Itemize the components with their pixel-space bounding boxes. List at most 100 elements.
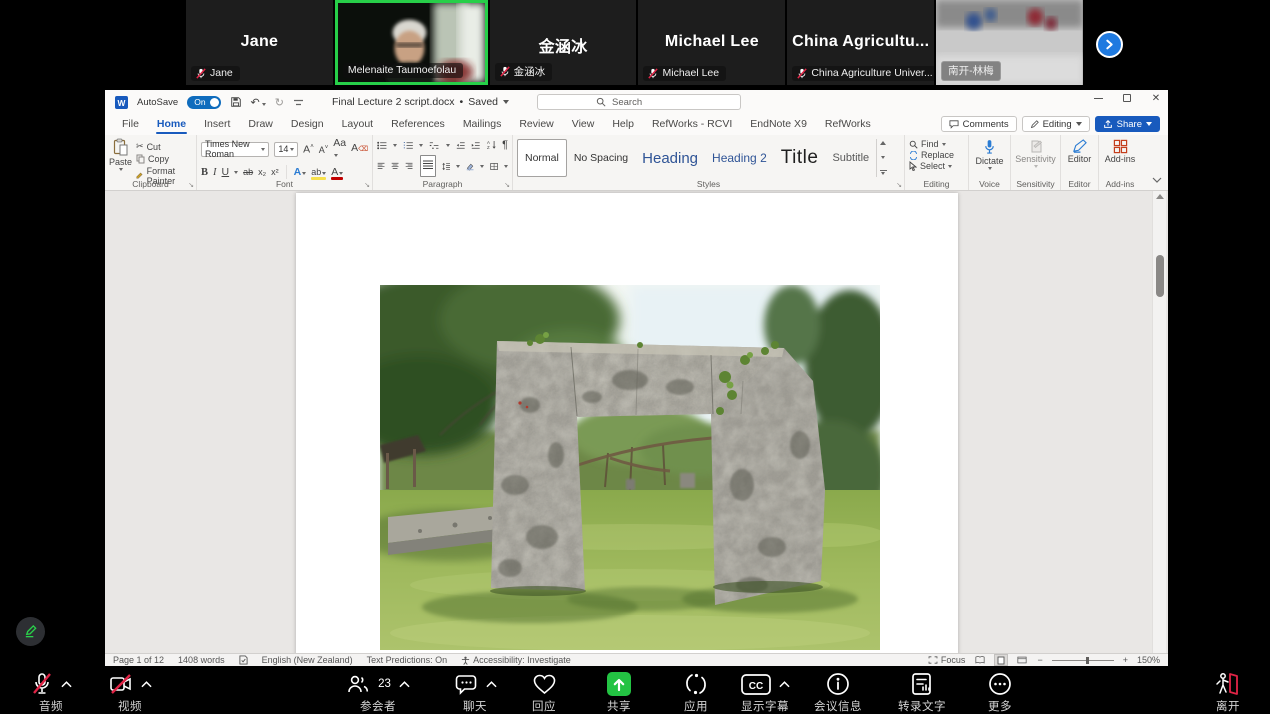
document-page[interactable] — [296, 193, 958, 653]
meeting-info-button[interactable]: 会议信息 — [793, 671, 883, 714]
addins-button[interactable]: Add-ins — [1103, 138, 1137, 164]
font-name-select[interactable]: Times New Roman — [201, 142, 269, 157]
save-icon[interactable] — [230, 96, 242, 108]
style-normal[interactable]: Normal — [517, 139, 567, 177]
font-dialog-launcher[interactable]: ↘ — [364, 181, 370, 189]
tab-file[interactable]: File — [113, 115, 148, 135]
scrollbar-thumb[interactable] — [1156, 255, 1164, 297]
style-heading2[interactable]: Heading 2 — [705, 139, 774, 177]
align-left-icon[interactable] — [377, 161, 385, 171]
participants-button[interactable]: 23 参会者 — [333, 671, 423, 714]
editing-mode-button[interactable]: Editing — [1022, 116, 1090, 132]
align-center-icon[interactable] — [391, 161, 399, 171]
web-layout-button[interactable] — [1016, 655, 1028, 665]
font-color-button[interactable]: A — [331, 167, 343, 178]
underline-button[interactable]: U — [222, 167, 230, 178]
leave-button[interactable]: 离开 — [1183, 671, 1270, 714]
style-heading[interactable]: Heading — [635, 139, 705, 177]
tab-mailings[interactable]: Mailings — [454, 115, 511, 135]
tab-refworks-rcvi[interactable]: RefWorks - RCVI — [643, 115, 741, 135]
chevron-up-icon[interactable] — [61, 681, 72, 688]
text-predictions[interactable]: Text Predictions: On — [367, 655, 448, 665]
read-mode-button[interactable] — [974, 655, 986, 665]
sort-icon[interactable]: AZ — [487, 139, 496, 151]
clipboard-dialog-launcher[interactable]: ↘ — [188, 181, 194, 189]
collapse-ribbon-icon[interactable] — [1152, 170, 1162, 188]
zoom-slider[interactable] — [1052, 660, 1114, 661]
redo-icon[interactable]: ↻ — [275, 96, 284, 109]
highlight-button[interactable]: ab — [311, 167, 326, 178]
proofing-icon[interactable] — [239, 655, 248, 665]
font-size-select[interactable]: 14 — [274, 142, 298, 157]
tab-endnote[interactable]: EndNote X9 — [741, 115, 816, 135]
grow-font-button[interactable]: A˄ — [303, 142, 314, 156]
paragraph-dialog-launcher[interactable]: ↘ — [504, 181, 510, 189]
change-case-button[interactable]: Aa — [333, 138, 346, 160]
zoom-level[interactable]: 150% — [1137, 655, 1160, 665]
underline-caret[interactable] — [234, 171, 238, 174]
zoom-in-button[interactable]: + — [1123, 655, 1128, 665]
tab-refworks[interactable]: RefWorks — [816, 115, 880, 135]
restore-button[interactable] — [1121, 92, 1133, 104]
copy-button[interactable]: Copy — [136, 154, 192, 164]
line-spacing-icon[interactable] — [442, 161, 450, 172]
tab-view[interactable]: View — [563, 115, 604, 135]
chevron-up-icon[interactable] — [779, 681, 790, 688]
more-button[interactable]: 更多 — [955, 671, 1045, 714]
multilevel-list-icon[interactable] — [429, 140, 439, 151]
borders-icon[interactable] — [490, 161, 498, 172]
style-subtitle[interactable]: Subtitle — [825, 139, 876, 177]
find-button[interactable]: Find — [909, 139, 964, 149]
comments-button[interactable]: Comments — [941, 116, 1017, 132]
close-button[interactable]: ✕ — [1150, 92, 1162, 104]
tab-references[interactable]: References — [382, 115, 454, 135]
print-layout-button[interactable] — [995, 655, 1007, 665]
quick-access-customize-icon[interactable] — [293, 98, 304, 107]
styles-gallery-scroll[interactable] — [876, 139, 889, 177]
zoom-out-button[interactable]: − — [1037, 655, 1042, 665]
document-photo-trilithon[interactable] — [380, 285, 880, 650]
italic-button[interactable]: I — [213, 167, 217, 178]
scroll-up-arrow[interactable] — [1156, 194, 1164, 199]
word-count[interactable]: 1408 words — [178, 655, 225, 665]
search-input[interactable]: Search — [537, 94, 741, 110]
styles-dialog-launcher[interactable]: ↘ — [896, 181, 902, 189]
tab-help[interactable]: Help — [603, 115, 643, 135]
editor-button[interactable]: Editor — [1065, 138, 1094, 164]
decrease-indent-icon[interactable] — [456, 140, 465, 151]
audio-button[interactable]: 音频 — [6, 671, 96, 714]
tab-layout[interactable]: Layout — [333, 115, 383, 135]
next-videos-button[interactable] — [1096, 31, 1123, 58]
chevron-up-icon[interactable] — [141, 681, 152, 688]
subscript-button[interactable]: x₂ — [258, 167, 266, 178]
tab-insert[interactable]: Insert — [195, 115, 239, 135]
undo-icon[interactable]: ↶ — [251, 96, 266, 109]
numbering-icon[interactable] — [403, 140, 413, 151]
video-button[interactable]: 视频 — [85, 671, 175, 714]
tab-draw[interactable]: Draw — [239, 115, 282, 135]
bold-button[interactable]: B — [201, 167, 208, 178]
shrink-font-button[interactable]: A˅ — [319, 143, 329, 156]
autosave-toggle[interactable]: On — [187, 96, 220, 109]
align-right-icon[interactable] — [405, 161, 413, 171]
video-tile-melenaite[interactable]: Melenaite Taumoefolau — [335, 0, 488, 85]
video-tile-nankai[interactable]: 南开-林梅 — [936, 0, 1083, 85]
dictate-button[interactable]: Dictate — [973, 138, 1006, 170]
increase-indent-icon[interactable] — [471, 140, 480, 151]
transcript-button[interactable]: 转录文字 — [877, 671, 967, 714]
pilcrow-icon[interactable]: ¶ — [502, 139, 508, 151]
style-title[interactable]: Title — [774, 139, 826, 177]
tab-design[interactable]: Design — [282, 115, 333, 135]
bullets-icon[interactable] — [377, 140, 387, 151]
select-button[interactable]: Select — [909, 161, 964, 171]
minimize-button[interactable] — [1092, 92, 1104, 104]
style-no-spacing[interactable]: No Spacing — [567, 139, 635, 177]
text-effects-button[interactable]: A — [294, 167, 307, 178]
tab-home[interactable]: Home — [148, 115, 195, 135]
chevron-up-icon[interactable] — [399, 681, 410, 688]
accessibility-status[interactable]: Accessibility: Investigate — [461, 655, 571, 665]
justify-button[interactable] — [420, 155, 436, 177]
cut-button[interactable]: ✂ Cut — [136, 141, 192, 152]
language-indicator[interactable]: English (New Zealand) — [262, 655, 353, 665]
video-tile-michael[interactable]: Michael Lee Michael Lee — [638, 0, 785, 85]
